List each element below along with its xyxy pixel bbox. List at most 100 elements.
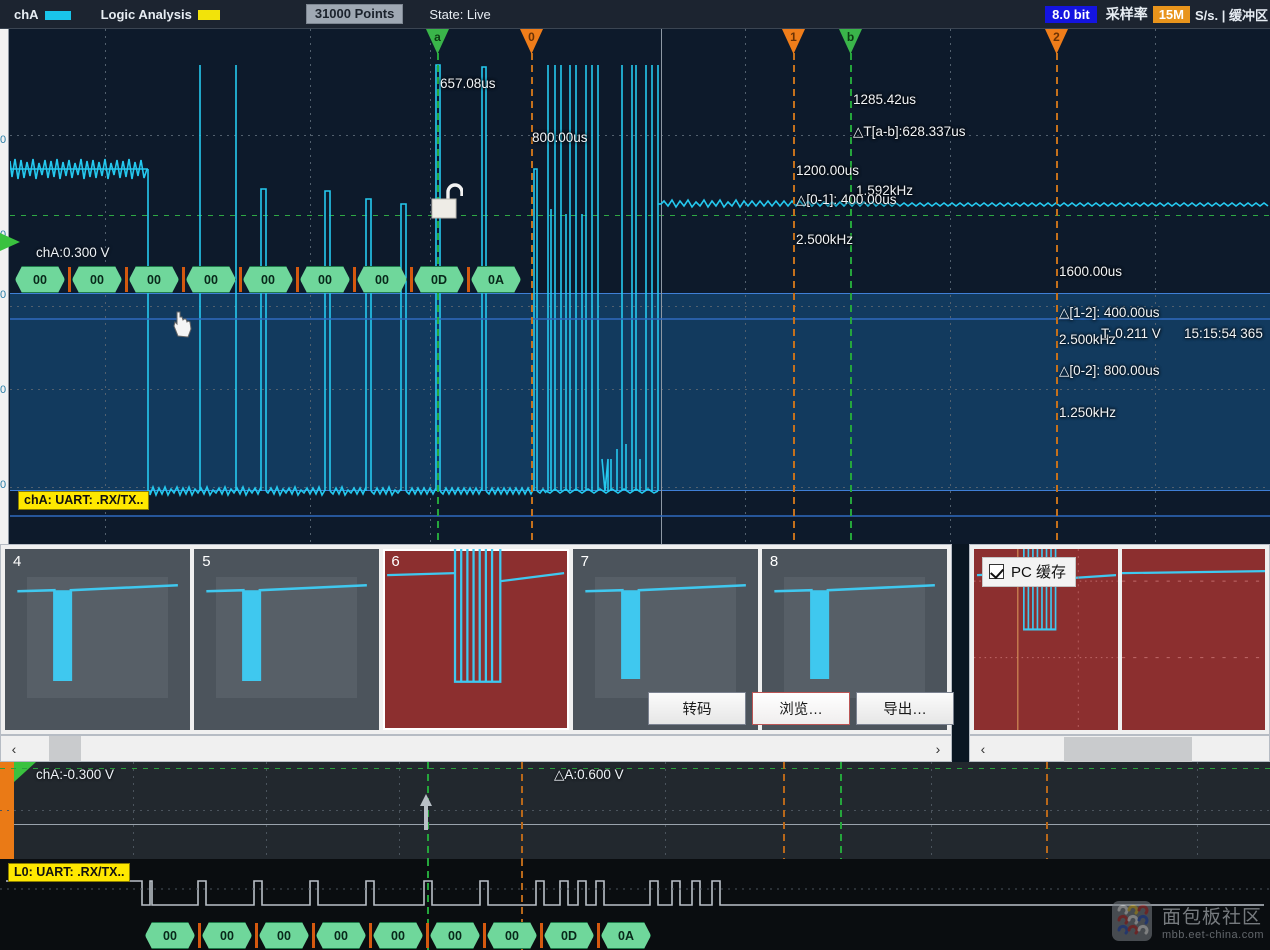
pc-thumbnail-item[interactable] bbox=[1122, 549, 1266, 730]
cursor-line-2[interactable] bbox=[1056, 29, 1058, 544]
trigger-level-marker[interactable] bbox=[0, 233, 20, 251]
ruler-tick: 0 bbox=[0, 479, 9, 491]
logic-trigger-marker[interactable] bbox=[14, 762, 36, 782]
logic-decode-tag[interactable]: L0: UART: .RX/TX.. bbox=[8, 863, 130, 882]
watermark-title: 面包板社区 bbox=[1162, 902, 1264, 929]
thumbnail-item[interactable]: 4 bbox=[5, 549, 190, 730]
decode-byte[interactable]: 00 bbox=[129, 266, 179, 293]
ruler-tick: 0 bbox=[0, 384, 9, 396]
selection-band bbox=[10, 293, 1270, 491]
cursor-line-1[interactable] bbox=[793, 29, 795, 544]
cursor-line-b[interactable] bbox=[850, 29, 852, 544]
logic-level-arrow-icon bbox=[418, 792, 434, 832]
thumbnail-scrollbar[interactable]: ‹ › bbox=[0, 735, 952, 762]
sample-rate-label: 采样率 bbox=[1106, 4, 1148, 24]
cursor-flag-2[interactable]: 2 bbox=[1045, 29, 1068, 54]
grid-hline bbox=[10, 487, 1270, 488]
header-mode[interactable]: Logic Analysis bbox=[101, 7, 220, 22]
decode-byte[interactable]: 00 bbox=[186, 266, 236, 293]
decode-byte[interactable]: 00 bbox=[243, 266, 293, 293]
export-button[interactable]: 导出… bbox=[856, 692, 954, 725]
measurement-text: 657.08us bbox=[440, 76, 496, 91]
header-channel[interactable]: chA bbox=[14, 7, 71, 22]
pc-scroll-left-icon[interactable]: ‹ bbox=[970, 741, 996, 757]
decode-byte[interactable]: 00 bbox=[259, 922, 309, 949]
decode-byte[interactable]: 0D bbox=[414, 266, 464, 293]
browse-button[interactable]: 浏览… bbox=[752, 692, 850, 725]
decode-byte[interactable]: 00 bbox=[15, 266, 65, 293]
logic-delta-label: △A:0.600 V bbox=[554, 767, 624, 783]
logic-zero-line bbox=[14, 824, 1270, 825]
measurement-text: △[0-2]: 800.00us bbox=[1059, 363, 1159, 379]
scope-plot-area[interactable]: 0 0 0 0 0 bbox=[0, 29, 1270, 544]
decode-byte[interactable]: 0D bbox=[544, 922, 594, 949]
channel-color-swatch bbox=[45, 11, 71, 20]
pc-scrollbar-thumb[interactable] bbox=[1064, 737, 1192, 762]
thumbnail-index: 8 bbox=[770, 553, 778, 570]
grid-vline bbox=[950, 29, 951, 544]
scrollbar-track[interactable] bbox=[27, 736, 925, 761]
measurement-text: △[0-1]: 400.00us bbox=[796, 192, 896, 208]
measurement-text: 1600.00us bbox=[1059, 264, 1122, 279]
bit-depth-badge[interactable]: 8.0 bit bbox=[1045, 6, 1097, 23]
pc-cache-scrollbar[interactable]: ‹ bbox=[969, 735, 1270, 762]
decode-byte[interactable]: 0A bbox=[471, 266, 521, 293]
unlock-icon[interactable] bbox=[431, 181, 463, 221]
measurement-text: 800.00us bbox=[532, 130, 588, 145]
checkbox-icon[interactable] bbox=[989, 564, 1004, 579]
decode-byte[interactable]: 0A bbox=[601, 922, 651, 949]
decode-byte[interactable]: 00 bbox=[145, 922, 195, 949]
logic-analyzer-panel[interactable]: chA:-0.300 V △A:0.600 V L0: UART: .RX/TX… bbox=[0, 762, 1270, 950]
thumbnail-item-selected[interactable]: 6 bbox=[383, 549, 568, 730]
header-right-group: 8.0 bit 采样率 15M S/s. | 缓冲区 bbox=[1045, 4, 1268, 24]
sample-rate-unit: S/s. | 缓冲区 bbox=[1195, 5, 1268, 24]
decode-byte[interactable]: 00 bbox=[316, 922, 366, 949]
decode-byte[interactable]: 00 bbox=[72, 266, 122, 293]
mode-label: Logic Analysis bbox=[101, 7, 192, 22]
decode-byte[interactable]: 00 bbox=[202, 922, 252, 949]
waveform-canvas[interactable]: chA:0.300 V a 0 1 b 2 657.08us 800.00us … bbox=[10, 29, 1270, 544]
thumbnail-waveform bbox=[383, 549, 568, 730]
cursor-flag-0[interactable]: 0 bbox=[520, 29, 543, 54]
logic-grid-green bbox=[0, 768, 1270, 769]
decode-row-bottom[interactable]: 00 00 00 00 00 00 00 0D 0A bbox=[140, 922, 660, 950]
decode-byte[interactable]: 00 bbox=[300, 266, 350, 293]
pc-cache-panel[interactable]: PC 缓存 bbox=[969, 544, 1270, 735]
thumbnail-item[interactable]: 5 bbox=[194, 549, 379, 730]
decode-channel-tag[interactable]: chA: UART: .RX/TX.. bbox=[18, 491, 149, 510]
thumbnail-waveform bbox=[5, 549, 190, 730]
ruler-tick: 0 bbox=[0, 134, 9, 146]
decode-byte[interactable]: 00 bbox=[373, 922, 423, 949]
points-badge[interactable]: 31000 Points bbox=[306, 4, 404, 24]
decode-byte[interactable]: 00 bbox=[487, 922, 537, 949]
ruler-tick: 0 bbox=[0, 289, 9, 301]
app-header: chA Logic Analysis 31000 Points State: L… bbox=[0, 0, 1270, 29]
grid-hline bbox=[10, 389, 1270, 390]
vertical-ruler[interactable]: 0 0 0 0 0 bbox=[0, 29, 9, 544]
sample-rate-value[interactable]: 15M bbox=[1153, 6, 1190, 23]
timestamp-text: 15:15:54 365 bbox=[1184, 326, 1263, 341]
grid-hline-green bbox=[10, 215, 1270, 216]
transcode-button[interactable]: 转码 bbox=[648, 692, 746, 725]
scroll-left-icon[interactable]: ‹ bbox=[1, 741, 27, 757]
scrollbar-thumb[interactable] bbox=[49, 736, 81, 761]
decode-row-top[interactable]: 00 00 00 00 00 00 00 0D 0A bbox=[10, 266, 530, 294]
decode-byte[interactable]: 00 bbox=[430, 922, 480, 949]
measurement-text: 1.250kHz bbox=[1059, 405, 1116, 420]
cursor-flag-1[interactable]: 1 bbox=[782, 29, 805, 54]
scroll-right-icon[interactable]: › bbox=[925, 741, 951, 757]
watermark-url: mbb.eet-china.com bbox=[1162, 929, 1264, 941]
trigger-level-label: chA:0.300 V bbox=[36, 245, 110, 260]
center-vline bbox=[661, 29, 662, 544]
measurement-text: △[1-2]: 400.00us bbox=[1059, 305, 1159, 321]
grid-vline bbox=[1155, 29, 1156, 544]
trigger-value-text: T: 0.211 V bbox=[1101, 326, 1161, 341]
pc-cache-toggle[interactable]: PC 缓存 bbox=[982, 557, 1076, 587]
cursor-line-0[interactable] bbox=[531, 29, 533, 544]
logic-level-label: chA:-0.300 V bbox=[36, 767, 114, 782]
thumbnail-waveform bbox=[194, 549, 379, 730]
cursor-flag-b[interactable]: b bbox=[839, 29, 862, 54]
pc-cache-label: PC 缓存 bbox=[1011, 561, 1066, 582]
mouse-pointer-icon bbox=[173, 310, 195, 340]
decode-byte[interactable]: 00 bbox=[357, 266, 407, 293]
